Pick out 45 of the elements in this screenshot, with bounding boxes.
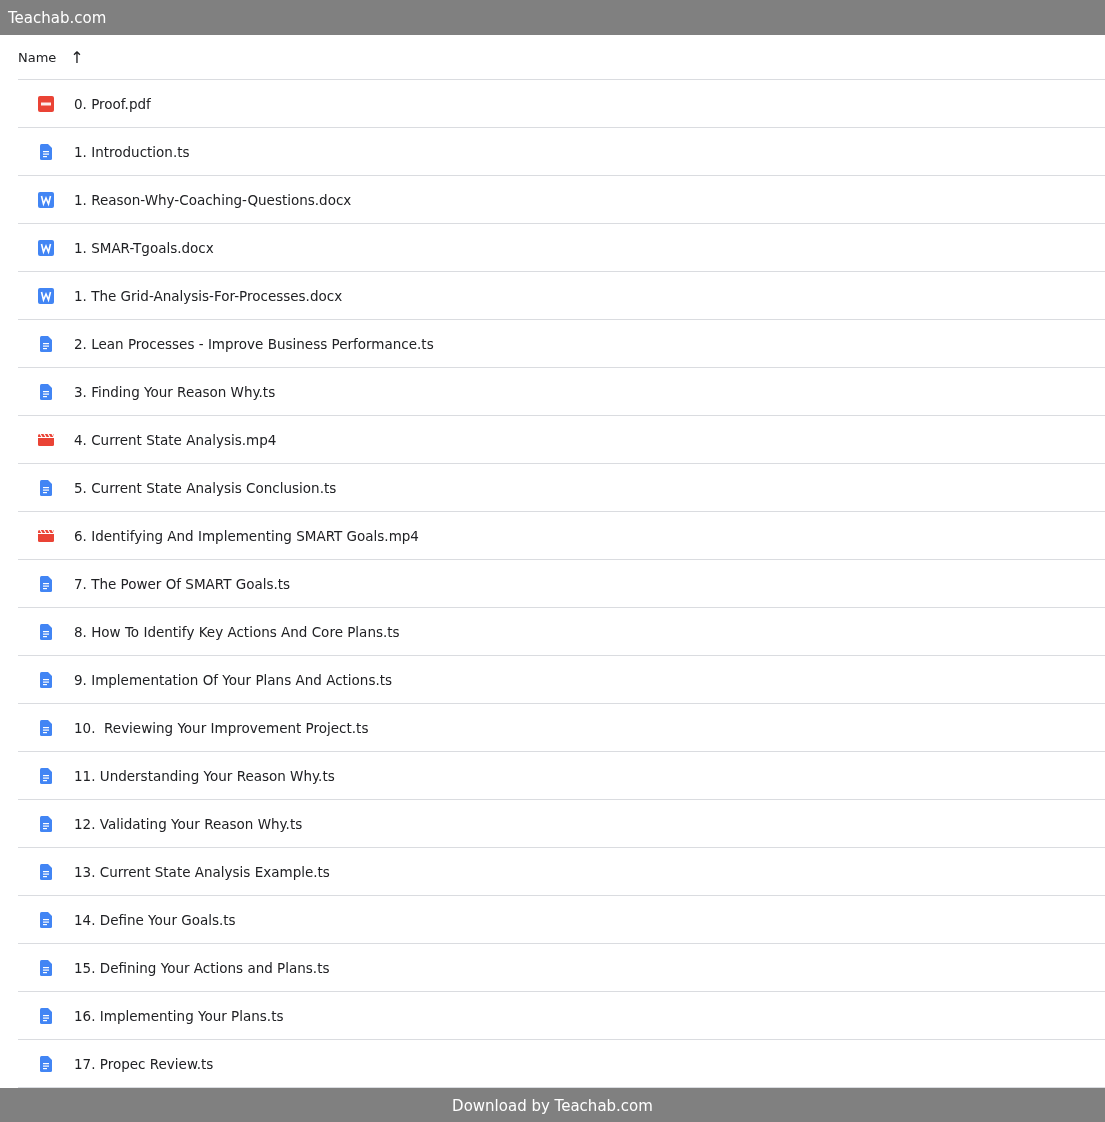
file-name[interactable]: 4. Current State Analysis.mp4	[74, 431, 277, 448]
file-name[interactable]: 9. Implementation Of Your Plans And Actions.ts	[74, 671, 393, 688]
document-icon	[38, 335, 54, 352]
file-name[interactable]: 6. Identifying And Implementing SMART Goals.mp4	[74, 527, 419, 544]
document-icon	[38, 815, 54, 832]
file-name[interactable]: 1. The Grid-Analysis-For-Processes.docx	[74, 287, 343, 304]
file-name[interactable]: 14. Define Your Goals.ts	[74, 911, 236, 928]
document-icon	[38, 623, 54, 640]
document-icon	[38, 479, 54, 496]
word-file-icon	[38, 287, 54, 304]
document-icon	[38, 911, 54, 928]
word-file-icon	[38, 191, 54, 208]
document-icon	[38, 767, 54, 784]
sort-arrow[interactable]: ↑	[70, 47, 84, 67]
document-icon	[38, 671, 54, 688]
file-name[interactable]: 16. Implementing Your Plans.ts	[74, 1007, 284, 1024]
file-name[interactable]: 1. SMAR-Tgoals.docx	[74, 239, 214, 256]
document-icon	[38, 959, 54, 976]
word-file-icon	[38, 239, 54, 256]
file-name[interactable]: 12. Validating Your Reason Why.ts	[74, 815, 303, 832]
file-name[interactable]: 1. Introduction.ts	[74, 143, 190, 160]
document-icon	[38, 383, 54, 400]
file-name[interactable]: 17. Propec Review.ts	[74, 1055, 214, 1072]
file-name[interactable]: 11. Understanding Your Reason Why.ts	[74, 767, 335, 784]
column-header[interactable]: Name	[18, 49, 57, 65]
document-icon	[38, 575, 54, 592]
video-file-icon	[38, 433, 54, 446]
document-icon	[38, 719, 54, 736]
file-name[interactable]: 15. Defining Your Actions and Plans.ts	[74, 959, 330, 976]
video-file-icon	[38, 529, 54, 542]
file-name[interactable]: 3. Finding Your Reason Why.ts	[74, 383, 276, 400]
file-name[interactable]: 8. How To Identify Key Actions And Core Plans.ts	[74, 623, 400, 640]
file-name[interactable]: 7. The Power Of SMART Goals.ts	[74, 575, 291, 592]
document-icon	[38, 143, 54, 160]
file-name[interactable]: 13. Current State Analysis Example.ts	[74, 863, 330, 880]
document-icon	[38, 1055, 54, 1072]
site-title: Teachab.com	[8, 8, 107, 27]
file-name[interactable]: 1. Reason-Why-Coaching-Questions.docx	[74, 191, 352, 208]
download-note: Download by Teachab.com	[452, 1096, 653, 1115]
document-icon	[38, 863, 54, 880]
file-name[interactable]: 5. Current State Analysis Conclusion.ts	[74, 479, 337, 496]
file-name[interactable]: 10. Reviewing Your Improvement Project.ts	[74, 719, 369, 736]
file-name[interactable]: 2. Lean Processes - Improve Business Performance.ts	[74, 335, 434, 352]
document-icon	[38, 1007, 54, 1024]
file-name[interactable]: 0. Proof.pdf	[74, 95, 151, 112]
